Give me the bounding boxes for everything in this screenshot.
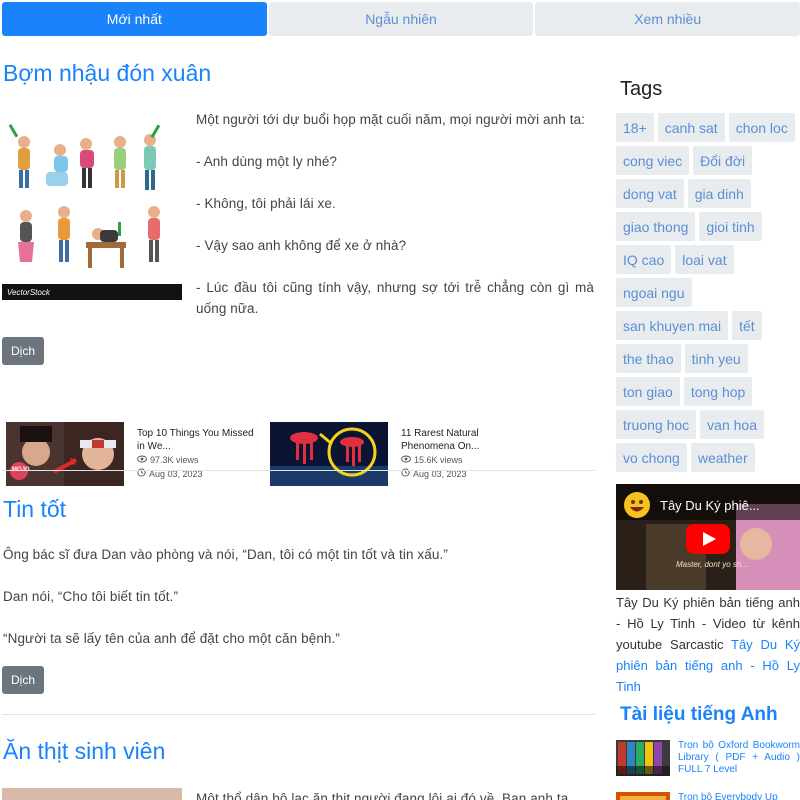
image-caption: VectorStock [7,287,50,297]
tag-link[interactable]: tong hop [683,377,753,406]
tag-link[interactable]: cong viec [616,146,690,175]
doc-thumbnail[interactable] [616,792,670,800]
post-paragraph: - Anh dùng một ly nhé? [196,154,338,169]
tab-most-viewed[interactable]: Xem nhiều [535,2,800,36]
doc-title[interactable]: Trọn bộ Everybody Up [678,792,778,800]
post-body: Một thổ dân bộ lạc ăn thịt người đang lô… [196,788,594,800]
docs-heading: Tài liệu tiếng Anh [620,704,778,725]
tag-link[interactable]: Đổi đời [693,146,753,175]
eye-icon [137,454,147,467]
tag-link[interactable]: truong hoc [616,410,697,439]
tag-link[interactable]: tinh yeu [684,344,748,373]
video-title[interactable]: 11 Rarest Natural Phenomena On... [401,427,518,453]
video-thumbnail[interactable] [270,422,388,486]
views-count: 97.3K views [150,455,199,465]
tag-link[interactable]: van hoa [700,410,764,439]
video-card[interactable]: 11 Rarest Natural Phenomena On... 15.6K … [270,422,525,486]
tab-bar: Mới nhất Ngẫu nhiên Xem nhiều [2,2,800,36]
post-paragraph: Ông bác sĩ đưa Dan vào phòng và nói, “Da… [3,547,448,562]
channel-avatar-icon [624,492,650,518]
post-paragraph: - Lúc đầu tôi cũng tính vậy, nhưng sợ tớ… [196,280,594,316]
post-title[interactable]: Bợm nhậu đón xuân [3,60,211,87]
tab-newest[interactable]: Mới nhất [2,2,267,36]
post-paragraph: - Vậy sao anh không để xe ở nhà? [196,238,407,253]
tag-link[interactable]: gia dinh [687,179,751,208]
drunk-people-illustration [2,112,182,302]
tag-link[interactable]: canh sat [657,113,725,142]
doc-title[interactable]: Trọn bộ Oxford Bookworm Library ( PDF + … [678,740,800,776]
tag-cloud: 18+ canh sat chon loc cong viec Đổi đời … [616,113,800,472]
post-title[interactable]: Tin tốt [3,496,66,523]
post-title[interactable]: Ăn thịt sinh viên [3,738,165,765]
video-card[interactable]: MOJO Top 10 Things You Missed in We... 9… [6,422,261,486]
vectorstock-watermark-bar: VectorStock [2,284,182,300]
video-thumbnail[interactable]: MOJO [6,422,124,486]
video-info: Top 10 Things You Missed in We... 97.3K … [124,422,254,486]
post-divider [2,470,596,471]
tag-link[interactable]: ngoai ngu [616,278,692,307]
embed-video-title[interactable]: Tây Du Ký phiê... [660,498,760,513]
doc-item[interactable]: Trọn bộ Oxford Bookworm Library ( PDF + … [616,740,800,776]
post-paragraph: - Không, tôi phải lái xe. [196,196,336,211]
tab-random[interactable]: Ngẫu nhiên [268,2,534,36]
video-description: Tây Du Ký phiên bản tiếng anh - Hồ Ly Ti… [616,592,800,697]
post-divider [2,714,596,715]
tag-link[interactable]: chon loc [728,113,795,142]
post-image [2,788,182,800]
video-thumbnail-image [6,422,124,486]
post-paragraph: Một thổ dân bộ lạc ăn thịt người đang lô… [196,791,569,800]
translate-button[interactable]: Dịch [2,337,44,365]
play-icon[interactable] [686,524,730,557]
doc-thumbnail[interactable] [616,740,670,776]
video-info: 11 Rarest Natural Phenomena On... 15.6K … [388,422,518,486]
tag-link[interactable]: the thao [616,344,681,373]
post-paragraph: Một người tới dự buổi họp mặt cuối năm, … [196,112,586,127]
tags-heading: Tags [620,78,663,100]
tag-link[interactable]: dong vat [616,179,684,208]
post-paragraph: “Người ta sẽ lấy tên của anh để đặt cho … [3,631,340,646]
tag-link[interactable]: vo chong [616,443,687,472]
doc-item[interactable]: Trọn bộ Everybody Up [616,792,800,800]
post-body: Ông bác sĩ đưa Dan vào phòng và nói, “Da… [3,544,595,649]
eye-icon [401,454,411,467]
tag-link[interactable]: 18+ [616,113,654,142]
youtube-embed[interactable]: Tây Du Ký phiê... Master, dont yo sh... [616,484,800,590]
tag-link[interactable]: giao thong [616,212,696,241]
tag-link[interactable]: tết [732,311,762,340]
video-title[interactable]: Top 10 Things You Missed in We... [137,427,254,453]
video-views: 15.6K views [401,454,518,467]
post-image [2,112,182,302]
video-thumbnail-image [270,422,388,486]
video-views: 97.3K views [137,454,254,467]
post-body: Một người tới dự buổi họp mặt cuối năm, … [196,109,594,319]
tag-link[interactable]: ton giao [616,377,680,406]
post-paragraph: Dan nói, “Cho tôi biết tin tốt.” [3,589,179,604]
tag-link[interactable]: gioi tinh [699,212,762,241]
video-subtitle-text: Master, dont yo sh... [676,560,749,569]
tag-link[interactable]: IQ cao [616,245,672,274]
tag-link[interactable]: weather [690,443,755,472]
tag-link[interactable]: loai vat [675,245,734,274]
tag-link[interactable]: san khuyen mai [616,311,729,340]
views-count: 15.6K views [414,455,463,465]
translate-button[interactable]: Dịch [2,666,44,694]
